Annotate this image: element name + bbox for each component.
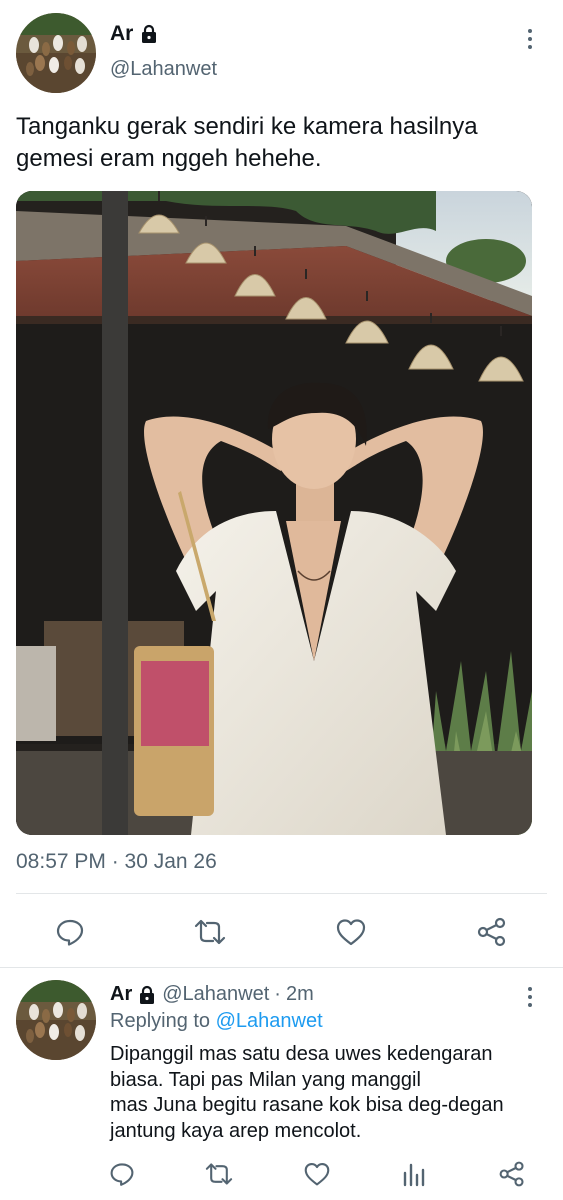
more-options-button[interactable] — [518, 24, 542, 54]
retweet-button[interactable] — [192, 914, 228, 950]
dot-icon — [528, 987, 532, 991]
lock-icon — [137, 985, 157, 1005]
replying-to: Replying to @Lahanwet — [110, 1010, 323, 1033]
views-button[interactable] — [396, 1156, 432, 1192]
retweet-button[interactable] — [201, 1156, 237, 1192]
share-icon — [499, 1161, 524, 1187]
divider — [0, 967, 563, 968]
reply-author-row: Ar @Lahanwet · 2m — [110, 983, 314, 1006]
share-button[interactable] — [494, 1156, 530, 1192]
reply-time[interactable]: 2m — [286, 983, 314, 1006]
tweet-timestamp[interactable]: 08:57 PM · 30 Jan 26 — [16, 850, 217, 874]
share-button[interactable] — [474, 914, 510, 950]
more-options-button[interactable] — [518, 982, 542, 1012]
dot-icon — [528, 995, 532, 999]
separator: · — [274, 983, 281, 1005]
avatar[interactable] — [16, 13, 96, 93]
reply-text: Dipanggil mas satu desa uwes kedengaran … — [110, 1043, 504, 1142]
like-icon — [336, 919, 366, 946]
reply-button[interactable] — [104, 1156, 140, 1192]
lock-icon — [139, 24, 159, 44]
tweet-photo[interactable] — [16, 191, 532, 835]
author-handle[interactable]: @Lahanwet — [162, 983, 269, 1006]
replying-to-mention[interactable]: @Lahanwet — [216, 1010, 323, 1032]
dot-icon — [528, 45, 532, 49]
tweet-text: Tanganku gerak sendiri ke kamera hasilny… — [16, 113, 478, 172]
author-name[interactable]: Ar — [110, 22, 133, 46]
divider — [16, 893, 547, 894]
views-icon — [403, 1163, 425, 1187]
like-button[interactable] — [299, 1156, 335, 1192]
retweet-icon — [205, 1163, 233, 1185]
like-button[interactable] — [333, 914, 369, 950]
reply-icon — [110, 1163, 134, 1186]
avatar[interactable] — [16, 980, 96, 1060]
dot-icon — [528, 1003, 532, 1007]
dot-icon — [528, 29, 532, 33]
dot-icon — [528, 37, 532, 41]
tweet-actions — [0, 910, 563, 954]
retweet-icon — [194, 919, 226, 945]
share-icon — [477, 917, 506, 947]
like-icon — [304, 1162, 330, 1186]
author-row: Ar — [110, 22, 159, 46]
author-name[interactable]: Ar — [110, 983, 132, 1006]
reply-icon — [56, 919, 84, 946]
reply-button[interactable] — [52, 914, 88, 950]
reply-actions — [0, 1156, 563, 1192]
author-handle[interactable]: @Lahanwet — [110, 58, 217, 81]
replying-prefix: Replying to — [110, 1010, 211, 1032]
